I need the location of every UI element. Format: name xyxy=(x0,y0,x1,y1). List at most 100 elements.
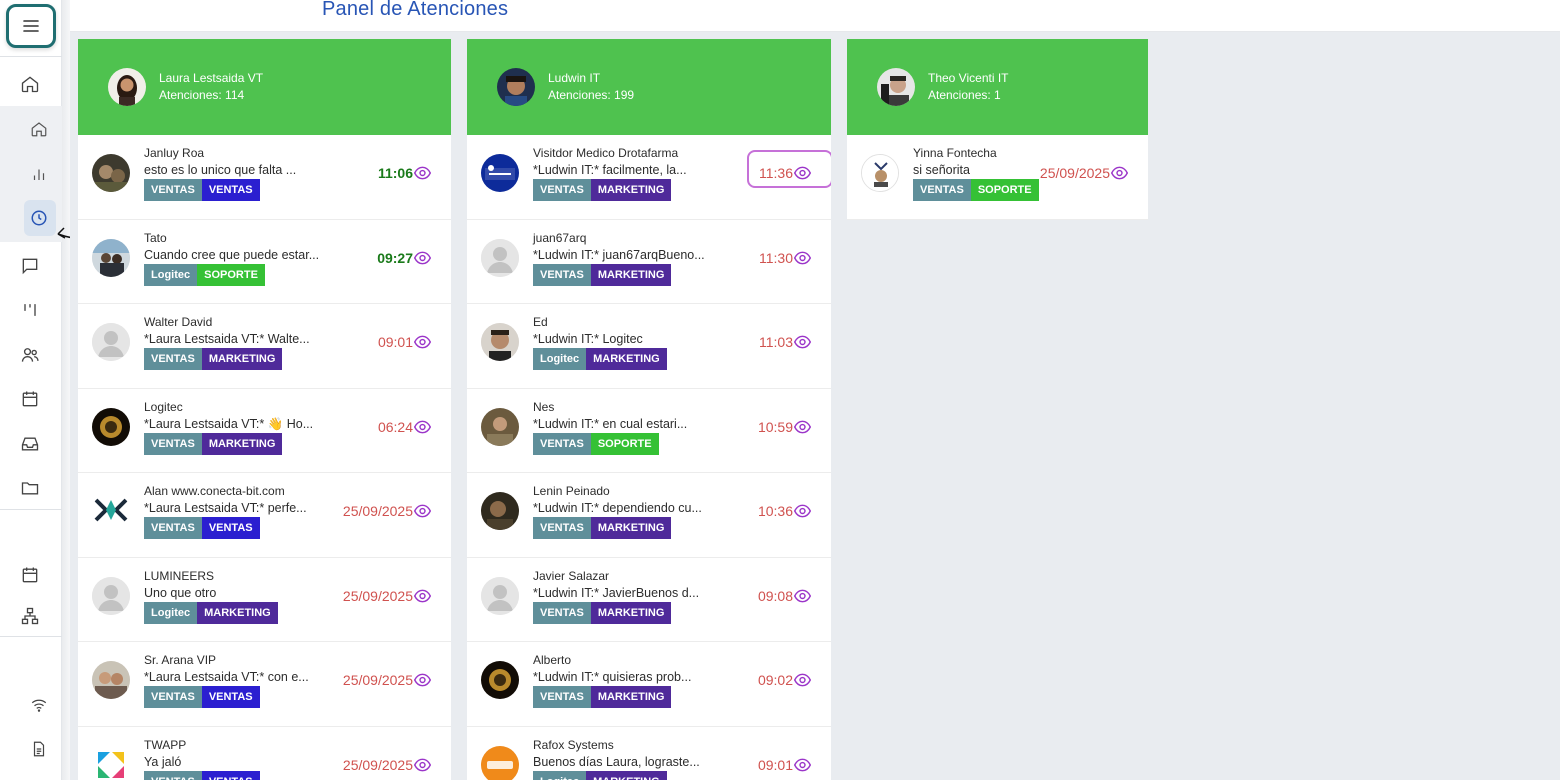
tag-list: VENTAS MARKETING xyxy=(144,348,283,370)
tag-list: VENTAS MARKETING xyxy=(533,686,672,708)
tag-category: SOPORTE xyxy=(970,179,1039,201)
contact-avatar xyxy=(481,661,519,699)
eye-icon[interactable] xyxy=(794,504,811,518)
eye-icon[interactable] xyxy=(414,420,431,434)
ticket-row[interactable]: Janluy Roa esto es lo unico que falta ..… xyxy=(78,135,451,220)
tag-category: MARKETING xyxy=(586,348,667,370)
nav-files[interactable] xyxy=(0,468,62,508)
tag-list: LogitecMARKETING xyxy=(533,348,667,370)
nav-calendar[interactable] xyxy=(0,555,62,595)
ticket-time: 09:01 xyxy=(757,756,793,773)
eye-icon[interactable] xyxy=(794,589,811,603)
contact-name: Nes xyxy=(533,399,555,414)
ticket-row[interactable]: LUMINEERS Uno que otro Logitec MARKETING … xyxy=(78,557,451,642)
nav-documents[interactable] xyxy=(0,729,62,769)
agent-name: Laura Lestsaida VT xyxy=(159,71,264,85)
ticket-time: 09:01 xyxy=(377,334,413,350)
calendar-alt-icon xyxy=(22,567,38,583)
agent-header: Theo Vicenti IT Atenciones: 1 xyxy=(847,39,1148,135)
eye-icon[interactable] xyxy=(414,504,431,518)
eye-icon[interactable] xyxy=(794,758,811,772)
eye-icon[interactable] xyxy=(794,166,811,180)
wifi-icon xyxy=(31,699,47,712)
calendar-icon xyxy=(22,391,38,407)
ticket-row[interactable]: Lenin Peinado *Ludwin IT:* dependiendo c… xyxy=(467,473,831,558)
tag-queue: VENTAS xyxy=(144,517,202,539)
tag-list: VENTAS SOPORTE xyxy=(533,432,659,455)
eye-icon[interactable] xyxy=(794,673,811,687)
ticket-row[interactable]: Rafox Systems Buenos días Laura, lograst… xyxy=(467,726,831,780)
tag-list: VENTAS MARKETING xyxy=(533,517,672,539)
nav-inbox[interactable] xyxy=(0,424,62,464)
contact-avatar xyxy=(92,576,130,615)
ticket-row[interactable]: Nes *Ludwin IT:* en cual estari... VENTA… xyxy=(467,388,831,473)
nav-home[interactable] xyxy=(0,64,62,104)
page-title: Panel de Atenciones xyxy=(322,0,509,20)
eye-icon[interactable] xyxy=(794,251,811,265)
ticket-row[interactable]: Alberto *Ludwin IT:* quisieras prob... V… xyxy=(467,642,831,727)
ticket-row[interactable]: TWAPP Ya jaló VENTASVENTAS 25/09/2025 xyxy=(78,726,451,780)
ticket-time: 09:02 xyxy=(757,672,793,688)
ticket-time: 06:24 xyxy=(377,418,413,435)
eye-icon[interactable] xyxy=(414,335,431,349)
contact-avatar xyxy=(481,154,519,192)
tag-queue: VENTAS xyxy=(913,179,971,201)
contact-avatar xyxy=(481,407,519,446)
contact-name: Javier Salazar xyxy=(533,568,610,583)
eye-icon[interactable] xyxy=(414,758,431,772)
home-icon xyxy=(21,76,39,93)
ticket-row[interactable]: Javier Salazar *Ludwin IT:* JavierBuenos… xyxy=(467,557,831,642)
contact-avatar xyxy=(92,238,130,277)
tag-category: SOPORTE xyxy=(197,263,265,286)
contact-name: Visitdor Medico Drotafarma xyxy=(533,146,679,160)
ticket-row[interactable]: Logitec *Laura Lestsaida VT:* 👋 Ho... VE… xyxy=(78,388,451,473)
nav-schedule[interactable] xyxy=(0,379,62,419)
kanban-icon xyxy=(24,304,36,316)
nav-reports[interactable] xyxy=(0,154,62,194)
ticket-row[interactable]: Visitdor Medico Drotafarma *Ludwin IT:* … xyxy=(467,135,831,220)
last-message: *Laura Lestsaida VT:* con e... xyxy=(144,670,309,684)
tag-list: Logitec SOPORTE xyxy=(144,263,265,286)
ticket-row[interactable]: Ed *Ludwin IT:* Logitec Logitec MARKETING… xyxy=(467,304,831,389)
ticket-row[interactable]: Sr. Arana VIP *Laura Lestsaida VT:* con … xyxy=(78,642,451,727)
ticket-time: 11:30 xyxy=(759,249,793,266)
eye-icon[interactable] xyxy=(414,673,431,687)
tag-category: MARKETING xyxy=(590,686,672,708)
tag-list: LogitecMARKETING xyxy=(533,770,667,780)
eye-icon[interactable] xyxy=(1111,166,1128,180)
ticket-row[interactable]: Yinna Fontecha si señorita VENTAS SOPORTE… xyxy=(847,135,1148,220)
tag-queue: VENTAS xyxy=(533,517,591,539)
tag-list: VENTAS MARKETING xyxy=(144,432,283,455)
last-message: *Ludwin IT:* JavierBuenos d... xyxy=(533,585,700,600)
ticket-row[interactable]: juan67arq *Ludwin IT:* juan67arqBueno...… xyxy=(467,219,831,304)
eye-icon[interactable] xyxy=(414,251,431,265)
eye-icon[interactable] xyxy=(794,335,811,349)
last-message: *Laura Lestsaida VT:* Walte... xyxy=(144,332,310,346)
ticket-row[interactable]: Alan www.conecta-bit.com *Laura Lestsaid… xyxy=(78,473,451,558)
tag-queue: Logitec xyxy=(533,348,587,370)
tag-queue: Logitec xyxy=(144,263,198,286)
contact-name: Rafox Systems xyxy=(533,737,614,752)
ticket-row[interactable]: Walter David *Laura Lestsaida VT:* Walte… xyxy=(78,304,451,389)
nav-kanban[interactable] xyxy=(0,290,62,330)
tag-list: VENTAS SOPORTE xyxy=(913,179,1039,201)
nav-connection[interactable] xyxy=(0,685,62,725)
nav-structure[interactable] xyxy=(0,596,62,636)
home-sub-icon xyxy=(31,122,47,137)
menu-button[interactable] xyxy=(6,4,56,48)
nav-contacts[interactable] xyxy=(0,335,62,375)
eye-icon[interactable] xyxy=(414,589,431,603)
tag-category: MARKETING xyxy=(201,432,283,455)
eye-icon[interactable] xyxy=(794,420,811,434)
tag-list: VENTAS MARKETING xyxy=(533,263,672,286)
ticket-time: 11:06 xyxy=(377,165,413,181)
agent-avatar xyxy=(877,68,915,106)
nav-home-sub[interactable] xyxy=(0,109,62,149)
ticket-time: 09:27 xyxy=(377,249,413,266)
last-message: *Laura Lestsaida VT:* perfe... xyxy=(144,501,307,515)
contact-avatar xyxy=(481,745,519,780)
ticket-row[interactable]: Tato Cuando cree que puede estar... Logi… xyxy=(78,219,451,304)
agent-header: Ludwin IT Atenciones: 199 xyxy=(467,39,831,135)
nav-chats[interactable] xyxy=(0,246,62,286)
eye-icon[interactable] xyxy=(414,166,431,180)
